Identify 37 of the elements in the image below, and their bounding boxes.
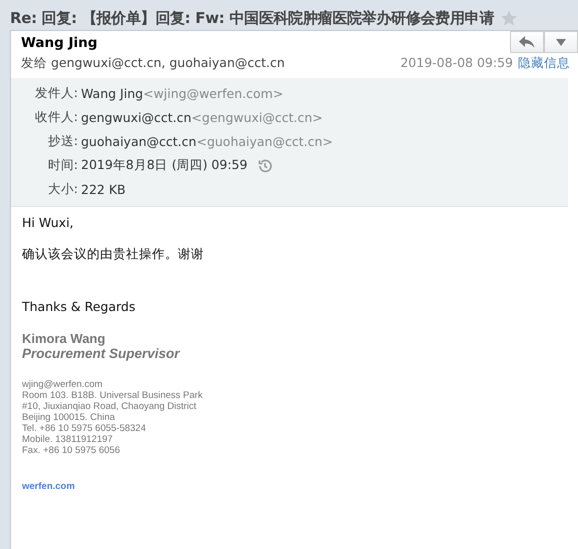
recipients-line: 发给 gengwuxi@cct.cn, guohaiyan@cct.cn [21, 55, 285, 72]
detail-value: 2019年8月8日 (周四) 09:59 [81, 157, 248, 174]
body-text: Thanks & Regards [22, 299, 136, 314]
hide-details-link[interactable]: 隐藏信息 [518, 55, 578, 72]
signature-name: Kimora Wang [22, 331, 106, 346]
detail-label: 时间: [46, 157, 79, 174]
sent-date: 2019-08-08 09:59 [400, 55, 513, 72]
signature-line: Room 103. B18B. Universal Business Park [22, 390, 204, 401]
history-icon[interactable] [257, 158, 274, 174]
detail-label: 大小: [46, 181, 79, 198]
signature-line: #10, Jiuxianqiao Road, Chaoyang District [22, 401, 198, 412]
detail-value: Wang Jing [81, 86, 144, 101]
signature-line: Fax. +86 10 5975 6056 [22, 445, 121, 456]
star-icon[interactable] [500, 9, 518, 27]
sender-name: Wang Jing [21, 35, 98, 51]
website-link[interactable]: werfen.com [22, 481, 75, 492]
email-address: <wjing@werfen.com> [143, 86, 284, 101]
dropdown-button[interactable] [544, 31, 578, 53]
signature-line: Mobile. 13811912197 [22, 434, 114, 445]
reply-button[interactable] [510, 31, 544, 53]
detail-label: 发件人: [34, 85, 79, 102]
signature-line: Tel. +86 10 5975 6055-58324 [22, 423, 147, 434]
caret-icon [555, 38, 567, 46]
email-subject: Re: 回复: 【报价单】回复: Fw: 中国医科院肿瘤医院举办研修会费用申请 [10, 8, 494, 28]
body-text: 确认该会议的由贵社操作。谢谢 [22, 246, 205, 263]
signature-line: Beijing 100015. China [22, 412, 116, 423]
reply-icon [518, 35, 536, 49]
signature-line: wjing@werfen.com [22, 379, 104, 390]
detail-label: 抄送: [46, 133, 79, 150]
detail-label: 收件人: [34, 109, 79, 126]
detail-value: 222 KB [81, 182, 126, 197]
detail-value: gengwuxi@cct.cn [81, 110, 192, 125]
body-text: Hi Wuxi, [22, 215, 75, 230]
detail-value: guohaiyan@cct.cn [81, 134, 196, 149]
email-address: <guohaiyan@cct.cn> [196, 134, 333, 149]
signature-title: Procurement Supervisor [22, 346, 181, 361]
email-address: <gengwuxi@cct.cn> [191, 110, 323, 125]
